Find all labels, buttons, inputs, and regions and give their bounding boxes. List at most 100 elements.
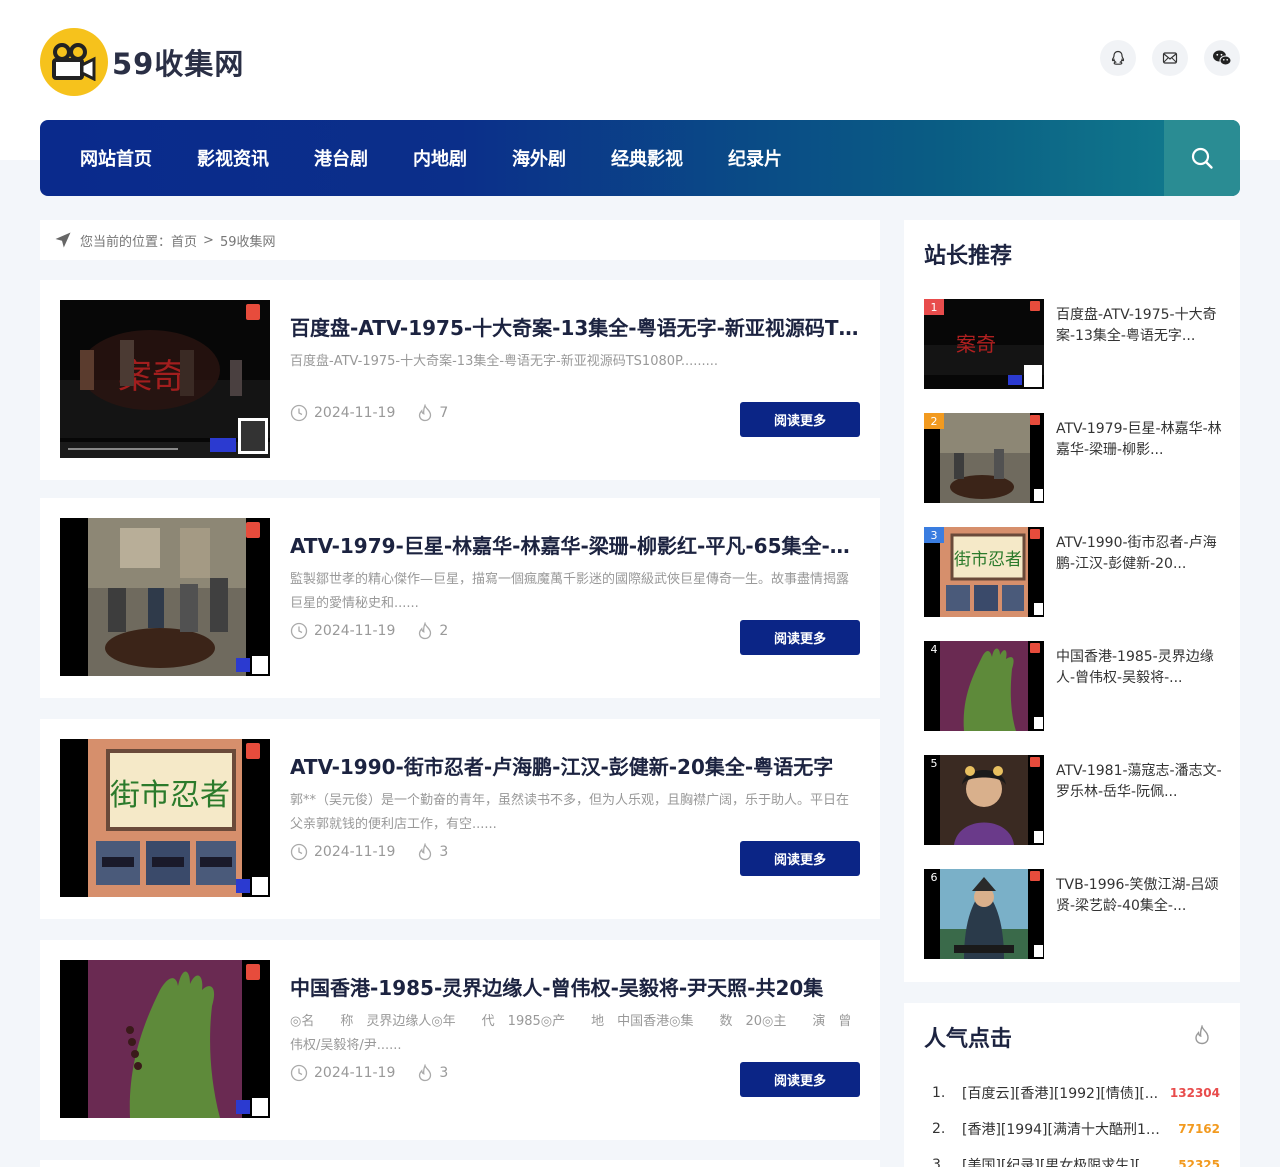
site-header: 59收集网	[40, 28, 1240, 98]
search-button[interactable]	[1164, 120, 1240, 196]
hot-item-title[interactable]: [美国][纪录][男女极限求生][...	[962, 1155, 1162, 1167]
article-title[interactable]: 中国香港-1985-灵界边缘人-曾伟权-吴毅将-尹天照-共20集	[290, 972, 860, 1001]
svg-text:街市忍者: 街市忍者	[954, 550, 1022, 570]
article-views: 2	[439, 623, 449, 639]
hot-list: 1. [百度云][香港][1992][情债][... 132304 2. [香港…	[932, 1075, 1220, 1167]
article-thumbnail[interactable]: 案奇	[60, 300, 270, 458]
clock-icon	[290, 404, 308, 422]
search-icon	[1191, 147, 1213, 169]
article-meta: 2024-11-19 7	[290, 404, 448, 422]
recommend-item[interactable]: 5 ATV-1981-蕩寇志-潘志文-罗乐林-岳华-阮佩...	[924, 755, 1224, 845]
nav-item-news[interactable]: 影视资讯	[197, 145, 269, 171]
rank-badge: 5	[930, 756, 938, 770]
main-nav: 网站首页 影视资讯 港台剧 内地剧 海外剧 经典影视 纪录片	[40, 120, 1240, 196]
recommend-item[interactable]: 2 ATV-1979-巨星-林嘉华-林嘉华-梁珊-柳影...	[924, 413, 1224, 503]
nav-item-documentary[interactable]: 纪录片	[728, 145, 782, 171]
breadcrumb-separator: >	[203, 232, 214, 248]
article-thumbnail[interactable]	[60, 518, 270, 676]
rank-badge: 1	[924, 299, 944, 315]
rank-badge: 3	[924, 527, 944, 543]
article-description: 百度盘-ATV-1975-十大奇案-13集全-粤语无字-新亚视源码TS1080P…	[290, 354, 719, 369]
recommend-item-title[interactable]: ATV-1979-巨星-林嘉华-林嘉华-梁珊-柳影...	[1056, 419, 1222, 461]
read-more-button[interactable]: 阅读更多	[740, 1062, 860, 1097]
wechat-icon[interactable]	[1204, 40, 1240, 76]
article-thumbnail[interactable]: 街市忍者	[60, 739, 270, 897]
article-card: 中国香港-1985-灵界边缘人-曾伟权-吴毅将-尹天照-共20集 ◎名 称 灵界…	[40, 940, 880, 1140]
nav-item-hk-tw-drama[interactable]: 港台剧	[314, 145, 368, 171]
hot-count: 132304	[1169, 1086, 1220, 1100]
recommend-item[interactable]: 街市忍者 3 ATV-1990-街市忍者-卢海鹏-江汉-彭健新-20...	[924, 527, 1224, 617]
recommend-item-title[interactable]: 中国香港-1985-灵界边缘人-曾伟权-吴毅将-...	[1056, 647, 1222, 689]
clock-icon	[290, 622, 308, 640]
recommend-item[interactable]: 案奇 1 百度盘-ATV-1975-十大奇案-13集全-粤语无字...	[924, 299, 1224, 389]
article-title[interactable]: ATV-1990-街市忍者-卢海鹏-江汉-彭健新-20集全-粤语无字	[290, 751, 860, 780]
social-links	[1100, 40, 1240, 76]
hot-item-title[interactable]: [香港][1994][满清十大酷刑1-...	[962, 1119, 1162, 1139]
recommend-item[interactable]: 6 TVB-1996-笑傲江湖-吕颂贤-梁艺龄-40集全-...	[924, 869, 1224, 959]
article-card-partial	[40, 1160, 880, 1167]
breadcrumb: 您当前的位置： 首页 > 59收集网	[40, 220, 880, 260]
hot-rank: 2.	[932, 1121, 946, 1137]
hot-list-item[interactable]: 1. [百度云][香港][1992][情债][... 132304	[932, 1075, 1220, 1111]
qq-icon[interactable]	[1100, 40, 1136, 76]
breadcrumb-home[interactable]: 首页	[171, 231, 197, 250]
svg-text:案奇: 案奇	[956, 332, 996, 356]
clock-icon	[290, 843, 308, 861]
read-more-button[interactable]: 阅读更多	[740, 620, 860, 655]
article-views: 3	[439, 1065, 449, 1081]
location-arrow-icon	[54, 231, 72, 249]
mail-icon[interactable]	[1152, 40, 1188, 76]
site-name: 59收集网	[112, 47, 245, 81]
article-description: 監製鄒世孝的精心傑作—巨星，描寫一個瘋魔萬千影迷的國際級武俠巨星傳奇一生。故事盡…	[290, 572, 850, 611]
article-card: ATV-1979-巨星-林嘉华-林嘉华-梁珊-柳影红-平凡-65集全-粤语无字 …	[40, 498, 880, 698]
article-title[interactable]: ATV-1979-巨星-林嘉华-林嘉华-梁珊-柳影红-平凡-65集全-粤语无字	[290, 530, 860, 559]
hot-item-title[interactable]: [百度云][香港][1992][情债][...	[962, 1083, 1162, 1103]
svg-text:街市忍者: 街市忍者	[110, 778, 230, 813]
article-description: 郭**（吴元俊）是一个勤奋的青年，虽然读书不多，但为人乐观，且胸襟广阔，乐于助人…	[290, 793, 850, 832]
flame-icon	[419, 843, 432, 861]
article-meta: 2024-11-19 3	[290, 843, 448, 861]
camera-icon	[40, 28, 108, 96]
rank-badge: 2	[924, 413, 944, 429]
recommend-item-title[interactable]: ATV-1981-蕩寇志-潘志文-罗乐林-岳华-阮佩...	[1056, 761, 1222, 803]
flame-icon	[419, 622, 432, 640]
rank-badge: 4	[930, 642, 938, 656]
recommend-item-title[interactable]: 百度盘-ATV-1975-十大奇案-13集全-粤语无字...	[1056, 305, 1222, 347]
recommend-title: 站长推荐	[924, 244, 1013, 269]
hot-count: 52325	[1178, 1158, 1220, 1167]
read-more-button[interactable]: 阅读更多	[740, 841, 860, 876]
article-meta: 2024-11-19 2	[290, 622, 448, 640]
nav-item-overseas-drama[interactable]: 海外剧	[512, 145, 566, 171]
nav-item-home[interactable]: 网站首页	[80, 145, 152, 171]
recommend-item-title[interactable]: ATV-1990-街市忍者-卢海鹏-江汉-彭健新-20...	[1056, 533, 1222, 575]
clock-icon	[290, 1064, 308, 1082]
breadcrumb-current[interactable]: 59收集网	[220, 231, 276, 250]
hot-panel: 人气点击 1. [百度云][香港][1992][情债][... 132304 2…	[904, 1003, 1240, 1167]
article-views: 7	[439, 405, 449, 421]
read-more-button[interactable]: 阅读更多	[740, 402, 860, 437]
article-date: 2024-11-19	[314, 405, 396, 421]
hot-list-item[interactable]: 3. [美国][纪录][男女极限求生][... 52325	[932, 1147, 1220, 1167]
rank-badge: 6	[930, 870, 938, 884]
recommend-panel: 站长推荐 案奇 1 百度盘-ATV-1975-十大奇案-13集全-粤语无字...…	[904, 220, 1240, 982]
article-date: 2024-11-19	[314, 1065, 396, 1081]
recommend-item-title[interactable]: TVB-1996-笑傲江湖-吕颂贤-梁艺龄-40集全-...	[1056, 875, 1222, 917]
article-card: 案奇 百度盘-ATV-1975-十大奇案-13集全-粤语无字-新亚视源码TS10…	[40, 280, 880, 480]
nav-item-classic[interactable]: 经典影视	[611, 145, 683, 171]
hot-count: 77162	[1178, 1122, 1220, 1136]
recommend-item[interactable]: 4 中国香港-1985-灵界边缘人-曾伟权-吴毅将-...	[924, 641, 1224, 731]
hot-list-item[interactable]: 2. [香港][1994][满清十大酷刑1-... 77162	[932, 1111, 1220, 1147]
article-date: 2024-11-19	[314, 623, 396, 639]
article-views: 3	[439, 844, 449, 860]
site-logo[interactable]: 59收集网	[40, 28, 244, 96]
article-thumbnail[interactable]	[60, 960, 270, 1118]
nav-item-mainland-drama[interactable]: 内地剧	[413, 145, 467, 171]
article-title[interactable]: 百度盘-ATV-1975-十大奇案-13集全-粤语无字-新亚视源码TS1080P	[290, 312, 860, 341]
article-card: 街市忍者 ATV-1990-街市忍者-卢海鹏-江汉-彭健新-20集全-粤语无字 …	[40, 719, 880, 919]
hot-title: 人气点击	[924, 1027, 1013, 1052]
flame-icon	[419, 1064, 432, 1082]
breadcrumb-prefix: 您当前的位置：	[80, 234, 172, 250]
article-date: 2024-11-19	[314, 844, 396, 860]
article-meta: 2024-11-19 3	[290, 1064, 448, 1082]
flame-icon	[419, 404, 432, 422]
